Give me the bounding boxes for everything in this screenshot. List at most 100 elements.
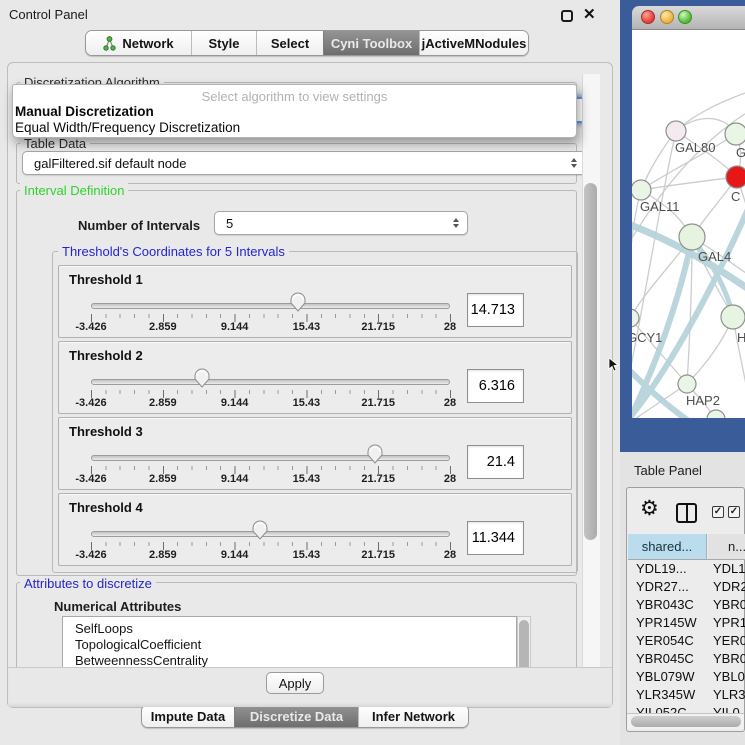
number-of-intervals-combobox[interactable]: 5 — [214, 211, 468, 235]
tab-cyni-toolbox[interactable]: Cyni Toolbox — [323, 31, 419, 55]
tick-label: 2.859 — [149, 473, 177, 485]
threshold-1-slider-thumb[interactable] — [290, 292, 306, 312]
table-panel-title: Table Panel — [634, 463, 702, 478]
tick-label: 9.144 — [221, 397, 249, 409]
column-header-name-label: n... — [728, 539, 745, 554]
table-row[interactable]: YBR043C YBR0... — [628, 596, 745, 614]
node-label-gal11: GAL11 — [640, 199, 680, 214]
tab-impute-data[interactable]: Impute Data — [142, 705, 234, 727]
network-window-titlebar[interactable] — [632, 6, 745, 30]
tab-infer-network[interactable]: Infer Network — [358, 705, 468, 727]
node-gal80[interactable] — [666, 121, 686, 141]
node-label-gal4: GAL4 — [698, 249, 731, 264]
panel-scrollbar-thumb[interactable] — [584, 183, 597, 540]
table-row[interactable]: YLR345W YLR3... — [628, 686, 745, 704]
node-label-hap2: HAP2 — [686, 393, 720, 408]
tab-style[interactable]: Style — [191, 31, 256, 55]
threshold-2-slider-track[interactable] — [91, 379, 450, 385]
combo-arrows-icon — [453, 218, 459, 228]
threshold-3-slider-track[interactable] — [91, 455, 450, 461]
threshold-2-slider-thumb[interactable] — [194, 368, 210, 388]
threshold-4-slider-track[interactable] — [91, 531, 450, 537]
dropdown-item-equal-width-frequency[interactable]: Equal Width/Frequency Discretization — [15, 120, 240, 135]
dropdown-item-manual-discretization[interactable]: Manual Discretization — [15, 104, 154, 119]
dropdown-hint-item[interactable]: Select algorithm to view settings — [13, 89, 576, 104]
node-top-right[interactable] — [725, 123, 745, 145]
attributes-list-scrollbar-thumb[interactable] — [519, 620, 529, 672]
table-row[interactable]: YDL19... YDL1... — [628, 560, 745, 578]
close-window-icon[interactable] — [641, 10, 655, 24]
tick-label: 15.43 — [293, 473, 321, 485]
cell-shared-name: YER054C — [636, 633, 694, 648]
tab-style-label: Style — [208, 36, 239, 51]
node-hap2[interactable] — [678, 375, 696, 393]
threshold-4-value-field[interactable]: 11.344 — [467, 521, 524, 555]
node-label-c-partial: C — [731, 189, 740, 204]
tick-label: 9.144 — [221, 321, 249, 333]
node-gcy1[interactable] — [632, 309, 639, 327]
tab-select[interactable]: Select — [256, 31, 323, 55]
node-label-gcy1: GCY1 — [632, 330, 662, 345]
threshold-1-row: Threshold 1 -3.426 2.859 9.144 15.43 21.… — [58, 265, 572, 338]
threshold-3-slider-thumb[interactable] — [367, 444, 383, 464]
table-horizontal-scrollbar-thumb[interactable] — [631, 716, 741, 727]
cell-shared-name: YIL052C — [636, 705, 687, 713]
checkbox-icon-1[interactable]: ✓ — [712, 506, 724, 518]
node-gal11[interactable] — [632, 180, 651, 200]
column-header-shared-name[interactable]: shared... — [628, 534, 707, 559]
table-horizontal-scrollbar[interactable] — [627, 713, 744, 729]
apply-row: Apply — [8, 667, 612, 707]
close-panel-icon[interactable]: ✕ — [583, 5, 596, 23]
minimize-window-icon[interactable] — [660, 10, 674, 24]
tick-label: 28 — [444, 473, 456, 485]
threshold-3-value-field[interactable]: 21.4 — [467, 445, 524, 479]
node-label-ga-partial: GA — [736, 145, 745, 160]
threshold-4-label: Threshold 4 — [69, 500, 143, 515]
table-row[interactable]: YER054C YER0... — [628, 632, 745, 650]
numerical-attributes-list: SelfLoops TopologicalCoefficient Between… — [62, 616, 517, 672]
table-data-combobox[interactable]: galFiltered.sif default node — [22, 151, 586, 175]
column-layout-icon[interactable] — [676, 503, 697, 523]
tab-discretize-data[interactable]: Discretize Data — [234, 705, 358, 727]
threshold-1-slider-track[interactable] — [91, 303, 450, 309]
cell-name: YLR3... — [713, 687, 745, 702]
tick-label: -3.426 — [75, 397, 106, 409]
table-row[interactable]: YDR27... YDR2... — [628, 578, 745, 596]
checkbox-icon-2[interactable]: ✓ — [728, 506, 740, 518]
app-window: Control Panel ✕ Network Style Select Cyn… — [0, 0, 745, 745]
threshold-2-value-field[interactable]: 6.316 — [467, 369, 524, 403]
apply-button[interactable]: Apply — [266, 672, 324, 694]
slider-major-ticks — [91, 314, 451, 322]
node-h[interactable] — [721, 305, 745, 329]
list-item-betweennesscentrality[interactable]: BetweennessCentrality — [75, 653, 208, 668]
table-settings-gear-icon[interactable]: ⚙ — [640, 498, 659, 519]
table-row[interactable]: YIL052C YIL0... — [628, 704, 745, 713]
tick-label: 15.43 — [293, 397, 321, 409]
node-selected-red[interactable] — [726, 166, 745, 188]
list-item-selfloops[interactable]: SelfLoops — [75, 621, 133, 636]
table-row[interactable]: YPR145W YPR1... — [628, 614, 745, 632]
table-row[interactable]: YBL079W YBL0... — [628, 668, 745, 686]
threshold-1-value-field[interactable]: 14.713 — [467, 293, 524, 327]
tab-jactivemnodules[interactable]: jActiveMNodules — [419, 31, 528, 55]
tick-label: 21.715 — [361, 549, 395, 561]
node-label-gal80: GAL80 — [675, 140, 715, 155]
threshold-2-row: Threshold 2 -3.426 2.859 9.144 15.43 21.… — [58, 341, 572, 414]
threshold-4-slider-thumb[interactable] — [252, 520, 268, 540]
maximize-window-icon[interactable] — [678, 10, 692, 24]
float-panel-icon[interactable] — [561, 10, 573, 22]
cell-shared-name: YBR045C — [636, 651, 694, 666]
table-row[interactable]: YBR045C YBR0... — [628, 650, 745, 668]
tick-label: -3.426 — [75, 321, 106, 333]
attributes-group-title: Attributes to discretize — [20, 576, 156, 591]
column-header-name[interactable]: n... — [708, 534, 745, 559]
tick-label: 15.43 — [293, 321, 321, 333]
tick-label: 21.715 — [361, 473, 395, 485]
tab-network[interactable]: Network — [86, 31, 191, 55]
network-view-canvas[interactable]: GAL80 GA C GAL11 GAL4 GCY1 H HAP2 — [632, 30, 745, 418]
tick-label: 28 — [444, 549, 456, 561]
tab-cyni-toolbox-label: Cyni Toolbox — [331, 36, 412, 51]
node-gal4[interactable] — [679, 224, 705, 250]
list-item-topologicalcoefficient[interactable]: TopologicalCoefficient — [75, 637, 201, 652]
slider-major-ticks — [91, 390, 451, 398]
